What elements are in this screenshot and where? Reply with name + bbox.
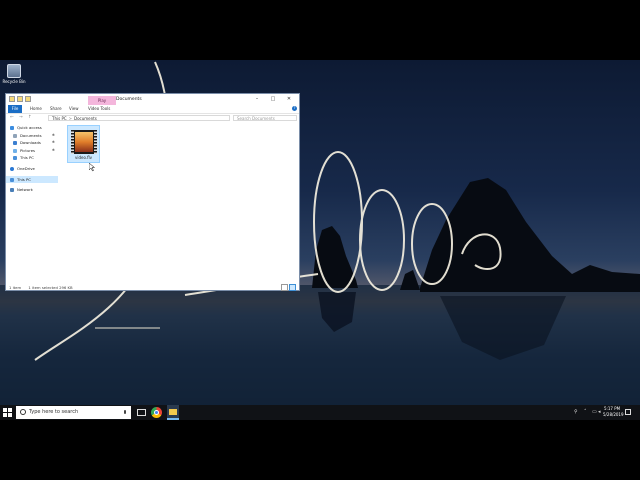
star-icon [10,126,14,130]
tab-share[interactable]: Share [50,105,62,113]
recycle-bin-label: Recycle Bin [2,79,26,84]
up-arrow-icon[interactable]: ↑ [28,114,32,122]
new-folder-icon[interactable] [25,96,31,102]
sidebar-item-documents[interactable]: Documents ✱ [6,132,58,140]
ribbon-tabs: File Home Share View Video Tools ? [6,105,299,114]
taskbar-search-placeholder: Type here to search [29,409,79,415]
item-count: 1 item [9,285,22,290]
volume-icon[interactable]: ◂ [598,409,601,415]
sidebar-item-label: Documents [20,132,42,138]
sidebar-item-pictures[interactable]: Pictures ✱ [6,147,58,155]
people-icon[interactable]: ⚲ [574,409,578,415]
recycle-bin-shortcut[interactable]: Recycle Bin [2,64,26,84]
notifications-icon[interactable] [625,409,631,415]
pin-icon[interactable]: ✱ [52,139,55,147]
sidebar-item-label: Quick access [17,125,42,130]
breadcrumb-this-pc[interactable]: This PC [52,116,67,121]
tab-file[interactable]: File [8,105,22,113]
windows-start-icon[interactable] [3,408,12,417]
letterbox-bottom [0,420,640,480]
navigation-bar: ← → ↑ This PC > Documents Search Documents [6,114,299,122]
close-button[interactable]: ✕ [281,94,297,104]
sidebar-item-label: This PC [20,155,34,161]
pictures-icon [13,148,17,153]
task-view-icon[interactable] [137,409,146,416]
sidebar-item-label: Downloads [20,140,41,146]
chevron-up-icon[interactable]: ˄ [584,409,587,415]
forward-arrow-icon[interactable]: → [19,114,23,122]
microphone-icon[interactable] [124,410,126,414]
cloud-icon [10,166,14,171]
computer-icon [10,177,14,182]
sidebar-item-label: OneDrive [17,165,35,171]
documents-icon [13,133,17,138]
title-bar[interactable]: Play Documents – □ ✕ [6,94,299,105]
breadcrumb-separator: > [68,116,73,121]
large-icons-view-icon[interactable] [289,284,296,291]
mouse-cursor-icon [89,163,95,172]
sidebar-item-onedrive[interactable]: OneDrive [6,165,58,173]
sidebar-item-network[interactable]: Network [6,186,58,194]
file-name: video.flv [74,155,92,160]
navigation-pane: Quick access Documents ✱ Downloads ✱ Pic… [6,124,58,284]
recycle-bin-icon [7,64,21,78]
network-status-icon[interactable]: ▭ [592,409,597,415]
computer-icon [13,156,17,161]
quick-access-toolbar [9,96,31,102]
view-switcher [281,284,296,291]
status-bar: 1 item 1 item selected 296 KB [9,285,79,290]
details-view-icon[interactable] [281,284,288,291]
file-item[interactable]: video.flv [67,125,100,163]
network-icon [10,188,14,193]
breadcrumb-documents[interactable]: Documents [74,116,97,121]
address-bar[interactable]: This PC > Documents [48,115,230,121]
sidebar-item-label: Network [17,187,33,193]
chrome-center [154,410,159,415]
sidebar-item-downloads[interactable]: Downloads ✱ [6,139,58,147]
folder-icon[interactable] [9,96,15,102]
tab-home[interactable]: Home [30,105,42,113]
taskbar: Type here to search ⚲ ˄ ▭ ◂ 5:17 PM 5/28… [0,405,640,420]
clock-date: 5/28/2019 [603,412,624,417]
minimize-button[interactable]: – [249,94,265,104]
pin-icon[interactable]: ✱ [52,132,55,140]
sidebar-item-label: Pictures [20,147,36,153]
taskbar-search-input[interactable]: Type here to search [16,406,131,419]
properties-icon[interactable] [17,96,23,102]
video-thumbnail-icon [71,130,97,154]
pin-icon[interactable]: ✱ [52,147,55,155]
file-explorer-window[interactable]: Play Documents – □ ✕ File Home Share Vie… [5,93,300,291]
back-arrow-icon[interactable]: ← [10,114,14,122]
window-title: Documents [116,97,142,102]
clock[interactable]: 5:17 PM 5/28/2019 [603,406,624,418]
selection-info: 1 item selected 296 KB [28,285,73,290]
help-icon[interactable]: ? [292,106,297,111]
search-input[interactable]: Search Documents [233,115,297,121]
letterbox-top [0,0,640,60]
sidebar-item-this-pc[interactable]: This PC [6,175,58,184]
downloads-icon [13,141,17,146]
sidebar-item-quick-access[interactable]: Quick access [6,124,58,132]
file-explorer-taskbar-icon[interactable] [167,405,179,420]
maximize-button[interactable]: □ [265,94,281,104]
tab-play[interactable]: Play [88,96,116,105]
tab-video-tools[interactable]: Video Tools [88,105,110,113]
search-icon [20,409,26,415]
sidebar-item-label: This PC [17,176,31,182]
tab-view[interactable]: View [69,105,79,113]
sidebar-item-this-pc-quick[interactable]: This PC [6,154,58,162]
